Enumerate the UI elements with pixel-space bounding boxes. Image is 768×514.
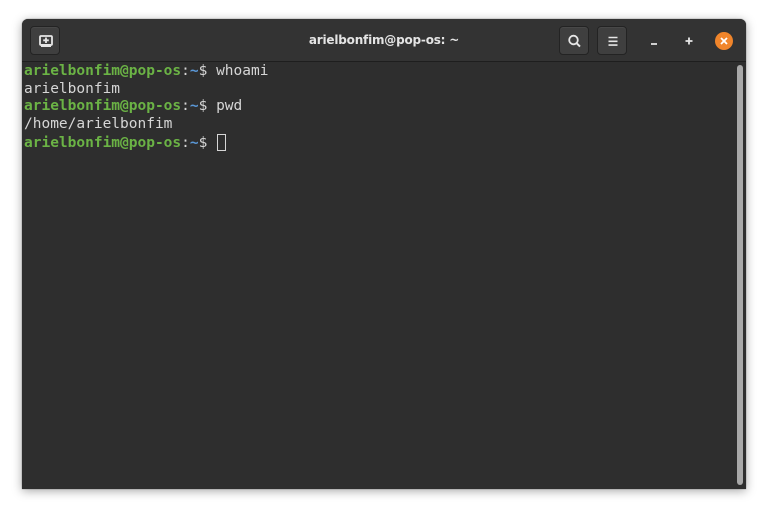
new-tab-icon bbox=[39, 35, 53, 47]
prompt-path: ~ bbox=[189, 98, 199, 115]
minimize-button[interactable] bbox=[643, 30, 665, 52]
terminal-window: arielbonfim@pop-os: ~ arielbonfim@pop-os… bbox=[22, 19, 746, 489]
prompt-user-host: arielbonfim@pop-os bbox=[24, 98, 182, 115]
minimize-icon bbox=[651, 43, 657, 45]
prompt-user-host: arielbonfim@pop-os bbox=[24, 63, 182, 79]
maximize-button[interactable] bbox=[678, 30, 700, 52]
text-cursor bbox=[217, 133, 227, 151]
prompt-user-host: arielbonfim@pop-os bbox=[24, 134, 182, 151]
prompt-colon: : bbox=[181, 63, 190, 79]
prompt-path: ~ bbox=[189, 134, 199, 151]
new-tab-button[interactable] bbox=[30, 26, 60, 55]
scrollbar[interactable] bbox=[734, 62, 746, 489]
command-text: pwd bbox=[216, 98, 243, 115]
terminal-output[interactable]: arielbonfim@pop-os:~$ whoami arielbonfim… bbox=[22, 62, 734, 489]
prompt-symbol: $ bbox=[198, 98, 217, 115]
terminal-line-prompt: arielbonfim@pop-os:~$ pwd bbox=[24, 98, 734, 116]
prompt-path: ~ bbox=[189, 63, 199, 79]
hamburger-menu-icon bbox=[608, 36, 618, 46]
terminal-line-output: /home/arielbonfim bbox=[24, 116, 173, 133]
prompt-colon: : bbox=[181, 134, 190, 151]
close-button[interactable] bbox=[713, 30, 735, 52]
search-button[interactable] bbox=[559, 26, 589, 55]
command-text: whoami bbox=[216, 63, 269, 79]
scrollbar-thumb[interactable] bbox=[737, 65, 743, 485]
terminal-line-output: arielbonfim bbox=[24, 80, 121, 97]
header-bar: arielbonfim@pop-os: ~ bbox=[22, 19, 746, 62]
terminal-line-prompt: arielbonfim@pop-os:~$ whoami bbox=[24, 63, 734, 81]
prompt-symbol: $ bbox=[198, 134, 217, 151]
prompt-symbol: $ bbox=[198, 63, 217, 79]
window-title: arielbonfim@pop-os: ~ bbox=[308, 33, 460, 47]
menu-button[interactable] bbox=[597, 26, 627, 55]
close-icon bbox=[715, 32, 733, 50]
search-icon bbox=[568, 34, 581, 48]
prompt-colon: : bbox=[181, 98, 190, 115]
maximize-icon bbox=[685, 37, 693, 45]
terminal-line-prompt: arielbonfim@pop-os:~$ bbox=[24, 133, 734, 152]
